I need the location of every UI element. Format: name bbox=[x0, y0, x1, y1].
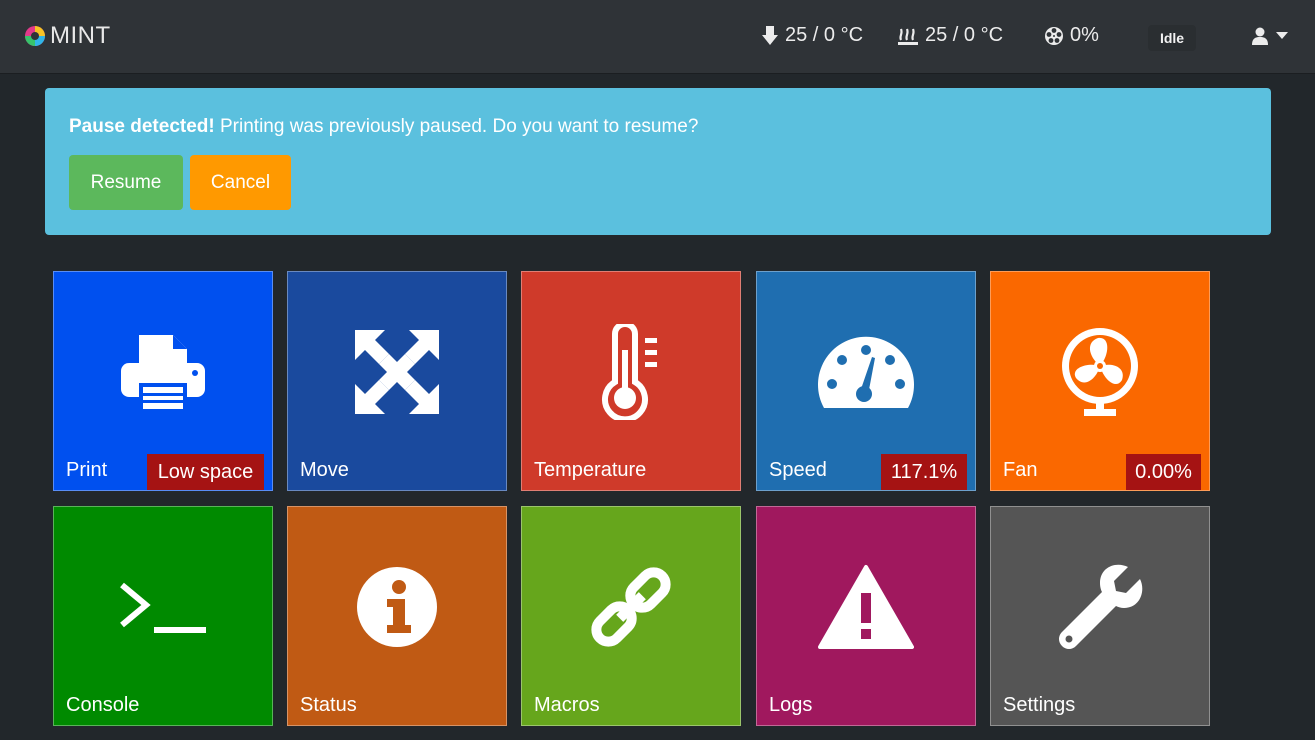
tile-speed[interactable]: Speed 117.1% bbox=[756, 271, 976, 491]
app-title: MINT bbox=[50, 22, 111, 49]
tile-label-speed: Speed bbox=[769, 459, 827, 481]
fan-icon bbox=[1062, 328, 1138, 416]
progress-stat: 0% bbox=[1044, 24, 1099, 47]
tile-label-move: Move bbox=[300, 459, 349, 481]
tile-temperature[interactable]: Temperature bbox=[521, 271, 741, 491]
bed-temp-stat: 25 / 0 °C bbox=[897, 24, 1003, 47]
alert-title: Pause detected! bbox=[69, 116, 215, 137]
brand[interactable]: MINT bbox=[24, 22, 111, 50]
cancel-button[interactable]: Cancel bbox=[190, 155, 291, 210]
tile-label-settings: Settings bbox=[1003, 694, 1076, 716]
tile-label-fan: Fan bbox=[1003, 459, 1038, 481]
wrench-icon bbox=[1059, 564, 1143, 649]
alert-body: Printing was previously paused. Do you w… bbox=[214, 116, 699, 137]
heated-bed-icon bbox=[898, 28, 918, 45]
link-icon bbox=[591, 567, 671, 647]
film-reel-icon bbox=[1045, 26, 1063, 45]
extruder-icon bbox=[762, 25, 778, 45]
tile-label-macros: Macros bbox=[534, 694, 600, 716]
top-navbar: MINT 25 / 0 °C 25 / 0 °C 0% Idle bbox=[0, 0, 1315, 74]
speedometer-icon bbox=[818, 336, 914, 408]
bed-temp-value: 25 / 0 °C bbox=[925, 24, 1004, 46]
status-badge: Idle bbox=[1148, 25, 1196, 51]
tile-fan[interactable]: Fan 0.00% bbox=[990, 271, 1210, 491]
tile-label-print: Print bbox=[66, 459, 108, 481]
low-space-badge: Low space bbox=[147, 454, 264, 490]
user-icon bbox=[1252, 27, 1268, 45]
pause-alert: Pause detected! Printing was previously … bbox=[45, 88, 1271, 235]
extruder-temp-value: 25 / 0 °C bbox=[785, 24, 864, 46]
tile-label-console: Console bbox=[66, 694, 140, 716]
fan-badge: 0.00% bbox=[1126, 454, 1201, 490]
printer-icon bbox=[121, 335, 205, 411]
tile-status[interactable]: Status bbox=[287, 506, 507, 726]
mint-logo-icon bbox=[25, 26, 45, 46]
caret-down-icon bbox=[1276, 32, 1288, 39]
tile-label-status: Status bbox=[300, 694, 357, 716]
arrows-expand-icon bbox=[355, 330, 439, 414]
tile-logs[interactable]: Logs bbox=[756, 506, 976, 726]
extruder-temp-stat: 25 / 0 °C bbox=[761, 24, 863, 47]
tile-move[interactable]: Move bbox=[287, 271, 507, 491]
user-menu-dropdown[interactable] bbox=[1252, 27, 1288, 45]
tile-label-temperature: Temperature bbox=[534, 459, 647, 481]
alert-message: Pause detected! Printing was previously … bbox=[69, 116, 698, 138]
warning-icon bbox=[818, 565, 914, 649]
tile-print[interactable]: Print Low space bbox=[53, 271, 273, 491]
tile-settings[interactable]: Settings bbox=[990, 506, 1210, 726]
tile-label-logs: Logs bbox=[769, 694, 813, 716]
tile-macros[interactable]: Macros bbox=[521, 506, 741, 726]
info-icon bbox=[357, 567, 437, 647]
tile-console[interactable]: Console bbox=[53, 506, 273, 726]
resume-button[interactable]: Resume bbox=[69, 155, 183, 210]
terminal-icon bbox=[120, 582, 206, 633]
thermometer-icon bbox=[602, 324, 657, 420]
progress-value: 0% bbox=[1070, 24, 1099, 46]
speed-badge: 117.1% bbox=[881, 454, 967, 490]
